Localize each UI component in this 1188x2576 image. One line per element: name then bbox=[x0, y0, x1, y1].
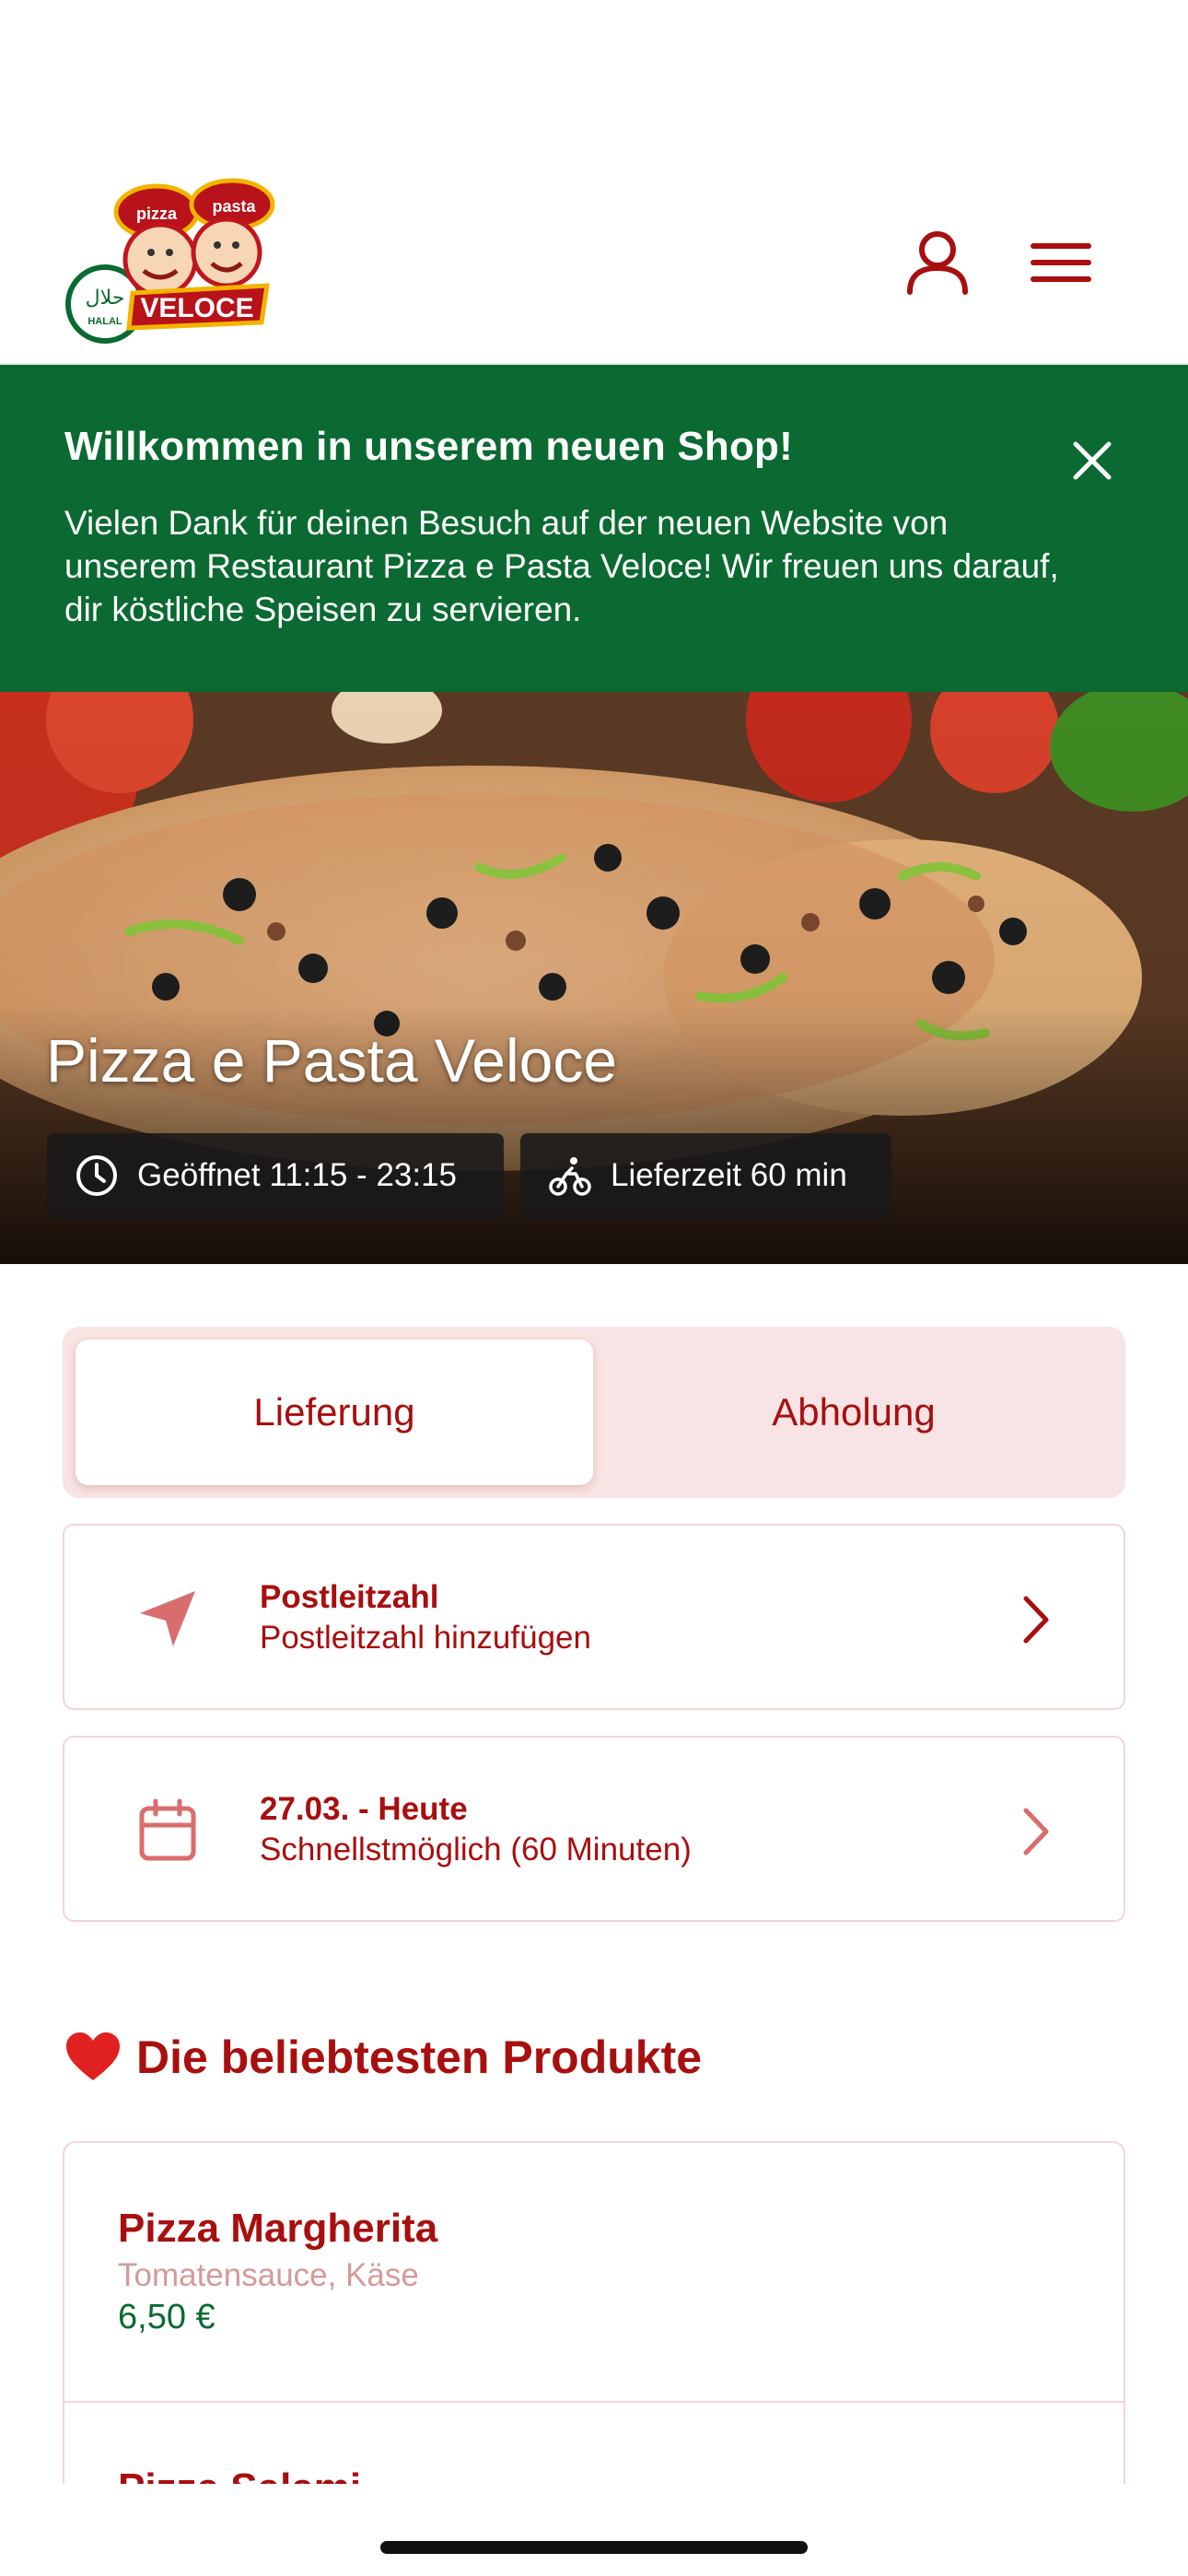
banner-title: Willkommen in unserem neuen Shop! bbox=[64, 424, 793, 469]
product-price: 6,50 € bbox=[118, 2298, 215, 2336]
heart-icon bbox=[66, 2032, 120, 2080]
svg-text:VELOCE: VELOCE bbox=[140, 293, 253, 323]
opening-hours-chip: Geöffnet 11:15 - 23:15 bbox=[47, 1133, 504, 1218]
user-icon[interactable] bbox=[901, 226, 974, 299]
hero-image: Pizza e Pasta Veloce Geöffnet 11:15 - 23… bbox=[0, 692, 1188, 1264]
product-name: Pizza Salami bbox=[118, 2465, 361, 2484]
home-indicator[interactable] bbox=[380, 2541, 808, 2554]
popular-products-heading: Die beliebtesten Produkte bbox=[64, 2031, 702, 2084]
delivery-time-chip: Lieferzeit 60 min bbox=[520, 1133, 891, 1218]
calendar-icon bbox=[131, 1794, 204, 1868]
delivery-date-subtitle: Schnellstmöglich (60 Minuten) bbox=[260, 1832, 692, 1868]
delivery-date-card[interactable]: 27.03. - Heute Schnellstmöglich (60 Minu… bbox=[63, 1736, 1125, 1922]
location-arrow-icon bbox=[131, 1582, 204, 1656]
product-item[interactable]: Pizza Salami bbox=[64, 2403, 1124, 2484]
delivery-date-title: 27.03. - Heute bbox=[260, 1791, 468, 1827]
popular-products-title: Die beliebtesten Produkte bbox=[136, 2032, 703, 2083]
delivery-time-text: Lieferzeit 60 min bbox=[611, 1157, 847, 1193]
postal-code-title: Postleitzahl bbox=[260, 1579, 439, 1615]
product-item[interactable]: Pizza Margherita Tomatensauce, Käse 6,50… bbox=[64, 2143, 1124, 2403]
product-list: Pizza Margherita Tomatensauce, Käse 6,50… bbox=[63, 2141, 1125, 2484]
postal-code-subtitle: Postleitzahl hinzufügen bbox=[260, 1620, 591, 1656]
restaurant-name: Pizza e Pasta Veloce bbox=[46, 1026, 618, 1095]
product-name: Pizza Margherita bbox=[118, 2206, 438, 2251]
bicycle-icon bbox=[549, 1157, 591, 1196]
chevron-right-icon bbox=[1007, 1799, 1063, 1864]
tab-pickup[interactable]: Abholung bbox=[595, 1340, 1112, 1485]
close-icon[interactable] bbox=[1065, 433, 1120, 488]
clock-icon bbox=[76, 1155, 117, 1196]
svg-text:حلال: حلال bbox=[86, 287, 125, 310]
chevron-right-icon bbox=[1007, 1587, 1063, 1652]
svg-text:HALAL: HALAL bbox=[87, 316, 122, 327]
app-header: حلال HALAL pizza pasta VELOCE bbox=[0, 0, 1188, 365]
svg-text:pizza: pizza bbox=[136, 205, 178, 223]
svg-text:pasta: pasta bbox=[212, 197, 256, 216]
hamburger-menu-icon[interactable] bbox=[1026, 226, 1100, 299]
opening-hours-text: Geöffnet 11:15 - 23:15 bbox=[137, 1157, 458, 1193]
tab-delivery[interactable]: Lieferung bbox=[76, 1340, 593, 1485]
product-description: Tomatensauce, Käse bbox=[118, 2257, 419, 2293]
order-mode-toggle: Lieferung Abholung bbox=[63, 1327, 1125, 1498]
banner-text: Vielen Dank für deinen Besuch auf der ne… bbox=[64, 504, 1059, 628]
restaurant-logo[interactable]: حلال HALAL pizza pasta VELOCE bbox=[64, 175, 285, 373]
welcome-banner: Willkommen in unserem neuen Shop! Vielen… bbox=[0, 365, 1188, 692]
postal-code-card[interactable]: Postleitzahl Postleitzahl hinzufügen bbox=[63, 1524, 1125, 1710]
